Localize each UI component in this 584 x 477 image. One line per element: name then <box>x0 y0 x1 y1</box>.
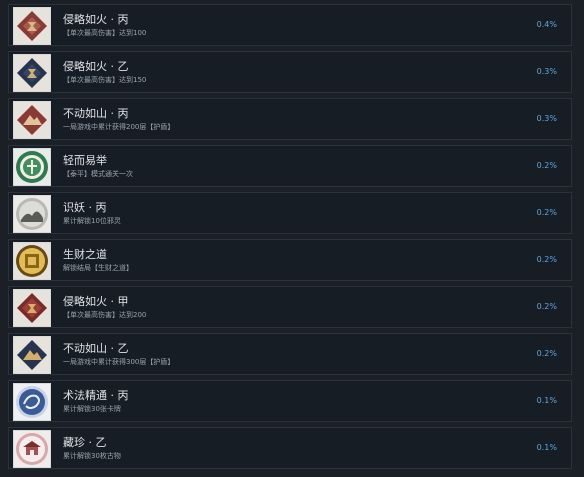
achievement-description: 【泰平】模式通关一次 <box>63 170 133 178</box>
achievement-row[interactable]: 生财之道 解锁结局【生财之道】 0.2% <box>8 239 572 281</box>
achievement-description: 【单次最高伤害】达到150 <box>63 76 147 84</box>
achievement-description: 累计解锁30张卡牌 <box>63 405 121 413</box>
green-jade-seal-icon <box>13 148 51 186</box>
achievement-percent: 0.2% <box>536 302 557 311</box>
achievement-percent: 0.2% <box>536 161 557 170</box>
achievement-title: 不动如山 · 乙 <box>63 342 129 355</box>
achievement-title: 轻而易举 <box>63 154 107 167</box>
achievement-percent: 0.2% <box>536 349 557 358</box>
red-diamond-mountain-icon <box>13 101 51 139</box>
pink-pavilion-medallion-icon <box>13 430 51 468</box>
achievement-row[interactable]: 识妖 · 丙 累计解锁10位邪灵 0.2% <box>8 192 572 234</box>
achievement-row[interactable]: 藏珍 · 乙 累计解锁30枚古物 0.1% <box>8 427 572 469</box>
navy-diamond-gold-mark-icon <box>13 54 51 92</box>
achievement-description: 一局游戏中累计获得300层【护盾】 <box>63 358 175 366</box>
achievement-description: 【单次最高伤害】达到100 <box>63 29 147 37</box>
navy-diamond-mountain-icon <box>13 336 51 374</box>
achievement-description: 一局游戏中累计获得200层【护盾】 <box>63 123 175 131</box>
red-diamond-gold-mark-icon <box>13 7 51 45</box>
crimson-diamond-gold-mark-icon <box>13 289 51 327</box>
achievement-percent: 0.2% <box>536 208 557 217</box>
achievement-percent: 0.1% <box>536 396 557 405</box>
achievement-row[interactable]: 术法精通 · 丙 累计解锁30张卡牌 0.1% <box>8 380 572 422</box>
achievement-description: 累计解锁10位邪灵 <box>63 217 121 225</box>
blue-swirl-medallion-icon <box>13 383 51 421</box>
achievement-percent: 0.2% <box>536 255 557 264</box>
achievement-row[interactable]: 不动如山 · 乙 一局游戏中累计获得300层【护盾】 0.2% <box>8 333 572 375</box>
gold-coin-icon <box>13 242 51 280</box>
achievement-row[interactable]: 轻而易举 【泰平】模式通关一次 0.2% <box>8 145 572 187</box>
achievement-row[interactable]: 侵略如火 · 甲 【单次最高伤害】达到200 0.2% <box>8 286 572 328</box>
achievement-description: 【单次最高伤害】达到200 <box>63 311 147 319</box>
achievement-percent: 0.3% <box>536 67 557 76</box>
achievement-percent: 0.4% <box>536 20 557 29</box>
achievement-title: 术法精通 · 丙 <box>63 389 129 402</box>
achievement-title: 侵略如火 · 乙 <box>63 60 129 73</box>
achievement-percent: 0.1% <box>536 443 557 452</box>
achievement-row[interactable]: 侵略如火 · 乙 【单次最高伤害】达到150 0.3% <box>8 51 572 93</box>
achievement-description: 解锁结局【生财之道】 <box>63 264 133 272</box>
achievement-title: 藏珍 · 乙 <box>63 436 107 449</box>
ink-painting-medallion-icon <box>13 195 51 233</box>
achievement-row[interactable]: 不动如山 · 丙 一局游戏中累计获得200层【护盾】 0.3% <box>8 98 572 140</box>
achievement-title: 不动如山 · 丙 <box>63 107 129 120</box>
achievement-row[interactable]: 侵略如火 · 丙 【单次最高伤害】达到100 0.4% <box>8 4 572 46</box>
achievement-description: 累计解锁30枚古物 <box>63 452 121 460</box>
achievement-title: 识妖 · 丙 <box>63 201 107 214</box>
achievement-title: 生财之道 <box>63 248 107 261</box>
achievement-list: 侵略如火 · 丙 【单次最高伤害】达到100 0.4% 侵略如火 · 乙 【单次… <box>0 0 584 477</box>
achievement-title: 侵略如火 · 甲 <box>63 295 129 308</box>
achievement-percent: 0.3% <box>536 114 557 123</box>
achievement-title: 侵略如火 · 丙 <box>63 13 129 26</box>
